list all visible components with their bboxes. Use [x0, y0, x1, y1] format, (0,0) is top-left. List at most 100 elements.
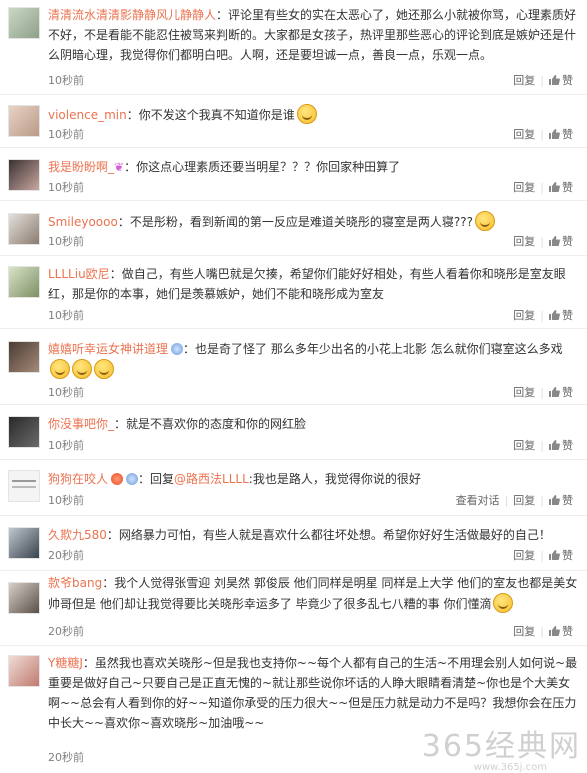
comment-text: ：你不发这个我真不知道你是谁	[126, 108, 295, 122]
comment-time: 10秒前	[48, 128, 84, 141]
reply-button[interactable]: 回复	[513, 386, 535, 399]
comment-item: violence_min：你不发这个我真不知道你是谁 10秒前 回复 | 赞	[0, 95, 587, 148]
thumb-up-icon	[549, 182, 560, 192]
reply-button[interactable]: 回复	[513, 181, 535, 194]
smile-emoji-icon	[296, 104, 317, 124]
comment-time: 20秒前	[48, 751, 84, 764]
comment-body: Smileyoooo：不是彤粉，看到新闻的第一反应是难道关晓彤的寝室是两人寝??…	[48, 211, 579, 232]
thumb-up-icon	[549, 75, 560, 85]
comment-actions: 回复 | 赞	[513, 549, 573, 562]
reply-button[interactable]: 回复	[513, 549, 535, 562]
comment-body: violence_min：你不发这个我真不知道你是谁	[48, 104, 579, 125]
username-link[interactable]: 款爷bang	[48, 576, 102, 590]
comment-actions: 回复 | 赞	[513, 181, 573, 194]
reply-button[interactable]: 回复	[513, 235, 535, 248]
thumb-up-icon	[549, 440, 560, 450]
comment-text: ：就是不喜欢你的态度和你的网红脸	[114, 417, 307, 431]
comment-time: 10秒前	[48, 386, 84, 399]
avatar[interactable]	[8, 105, 40, 137]
username-link[interactable]: Smileyoooo	[48, 215, 118, 229]
comment-actions: 回复 | 赞	[513, 128, 573, 141]
reply-button[interactable]: 回复	[513, 128, 535, 141]
comment-body: 你没事吧你_：就是不喜欢你的态度和你的网红脸	[48, 414, 579, 434]
comment-actions: 回复 | 赞	[513, 235, 573, 248]
smile-emoji-icon	[94, 359, 114, 379]
thumb-up-icon	[549, 236, 560, 246]
avatar[interactable]	[8, 341, 40, 373]
reply-button[interactable]: 回复	[513, 309, 535, 322]
comment-item: 嬉嬉听幸运女神讲道理 ：也是奇了怪了 那么多年少出名的小花上北影 怎么就你们寝室这…	[0, 329, 587, 405]
smile-emoji-icon	[72, 359, 92, 379]
comment-prefix: ：回复	[138, 472, 175, 486]
comment-time: 10秒前	[48, 439, 84, 452]
like-button[interactable]: 赞	[549, 128, 573, 141]
like-button[interactable]: 赞	[549, 549, 573, 562]
comment-text: ：你这点心理素质还要当明星？？？你回家种田算了	[124, 160, 401, 174]
comment-item: 狗狗在咬人 ：回复@路西法LLLL:我也是路人，我觉得你说的很好 10秒前 查看对…	[0, 460, 587, 516]
username-link[interactable]: LLLLiu欧尼	[48, 267, 110, 281]
avatar[interactable]	[8, 527, 40, 559]
cheeky-emoji-icon	[493, 593, 514, 613]
butterfly-icon: ❦	[114, 160, 125, 174]
smile-emoji-icon	[50, 359, 70, 379]
comment-body: 嬉嬉听幸运女神讲道理 ：也是奇了怪了 那么多年少出名的小花上北影 怎么就你们寝室这…	[48, 339, 579, 380]
thumb-up-icon	[549, 495, 560, 505]
thumb-up-icon	[549, 626, 560, 636]
thumb-up-icon	[549, 387, 560, 397]
comment-actions: 查看对话 | 回复 | 赞	[455, 494, 573, 507]
comment-body: LLLLiu欧尼：做自己，有些人嘴巴就是欠揍，希望你们能好好相处，有些人看着你和…	[48, 264, 579, 304]
avatar[interactable]	[8, 416, 40, 448]
comment-item: 我是盼盼啊_❦：你这点心理素质还要当明星？？？你回家种田算了 10秒前 回复 | 赞	[0, 148, 587, 201]
member-badge-icon	[126, 473, 139, 485]
comment-actions: 回复 | 赞	[513, 386, 573, 399]
like-button[interactable]: 赞	[549, 74, 573, 87]
like-button[interactable]: 赞	[549, 309, 573, 322]
avatar[interactable]	[8, 266, 40, 298]
comment-item: 久欺九580：网络暴力可怕，有些人就是喜欢什么都往坏处想。希望你好好生活做最好的…	[0, 516, 587, 571]
username-link[interactable]: 嬉嬉听幸运女神讲道理	[48, 342, 168, 356]
username-link[interactable]: 久欺九580	[48, 528, 107, 542]
thumb-up-icon	[549, 550, 560, 560]
comment-text: ：做自己，有些人嘴巴就是欠揍，希望你们能好好相处，有些人看着你和晓彤是室友眼红，…	[48, 267, 566, 301]
avatar[interactable]	[8, 213, 40, 245]
like-button[interactable]: 赞	[549, 625, 573, 638]
comment-body: 久欺九580：网络暴力可怕，有些人就是喜欢什么都往坏处想。希望你好好生活做最好的…	[48, 525, 579, 545]
thumb-up-icon	[549, 129, 560, 139]
comment-text: ：也是奇了怪了 那么多年少出名的小花上北影 怎么就你们寝室这么多戏	[183, 342, 563, 356]
comment-time: 10秒前	[48, 235, 84, 248]
comment-body: 款爷bang：我个人觉得张雪迎 刘昊然 郭俊辰 他们同样是明星 同样是上大学 他…	[48, 573, 579, 614]
avatar[interactable]	[8, 655, 40, 687]
comment-text: ：不是彤粉，看到新闻的第一反应是难道关晓彤的寝室是两人寝???	[117, 215, 473, 229]
member-badge-icon	[171, 343, 184, 355]
comment-body: 狗狗在咬人 ：回复@路西法LLLL:我也是路人，我觉得你说的很好	[48, 469, 579, 489]
comment-actions: 回复 | 赞	[513, 625, 573, 638]
like-button[interactable]: 赞	[549, 181, 573, 194]
reply-button[interactable]: 回复	[513, 74, 535, 87]
like-button[interactable]: 赞	[549, 439, 573, 452]
avatar[interactable]	[8, 582, 40, 614]
reply-button[interactable]: 回复	[513, 439, 535, 452]
comment-time: 10秒前	[48, 494, 84, 507]
avatar[interactable]	[8, 7, 40, 39]
avatar[interactable]	[8, 159, 40, 191]
username-link[interactable]: 清清流水清清影静静风儿静静人	[48, 8, 216, 22]
reply-button[interactable]: 回复	[513, 625, 535, 638]
avatar[interactable]	[8, 470, 40, 502]
comment-text: :我也是路人，我觉得你说的很好	[248, 472, 421, 486]
username-link[interactable]: 狗狗在咬人	[48, 472, 108, 486]
comment-text: ：网络暴力可怕，有些人就是喜欢什么都往坏处想。希望你好好生活做最好的自己！	[106, 528, 551, 542]
comment-item: 你没事吧你_：就是不喜欢你的态度和你的网红脸 10秒前 回复 | 赞	[0, 405, 587, 460]
thumb-up-icon	[549, 310, 560, 320]
like-button[interactable]: 赞	[549, 386, 573, 399]
like-button[interactable]: 赞	[549, 494, 573, 507]
username-link[interactable]: 你没事吧你_	[48, 417, 114, 431]
mention-link[interactable]: @路西法LLLL	[174, 472, 249, 486]
like-button[interactable]: 赞	[549, 235, 573, 248]
reply-button[interactable]: 回复	[513, 494, 535, 507]
comment-body: 清清流水清清影静静风儿静静人：评论里有些女的实在太恶心了，她还那么小就被你骂，心…	[48, 5, 579, 65]
username-link[interactable]: violence_min	[48, 108, 127, 122]
username-link[interactable]: 我是盼盼啊_❦	[48, 160, 124, 174]
username-link[interactable]: Y糖糖J	[48, 656, 83, 670]
view-conversation-button[interactable]: 查看对话	[456, 494, 500, 507]
comment-text: ：虽然我也喜欢关晓彤~但是我也支持你~~每个人都有自己的生活~不用理会别人如何说…	[48, 656, 578, 730]
